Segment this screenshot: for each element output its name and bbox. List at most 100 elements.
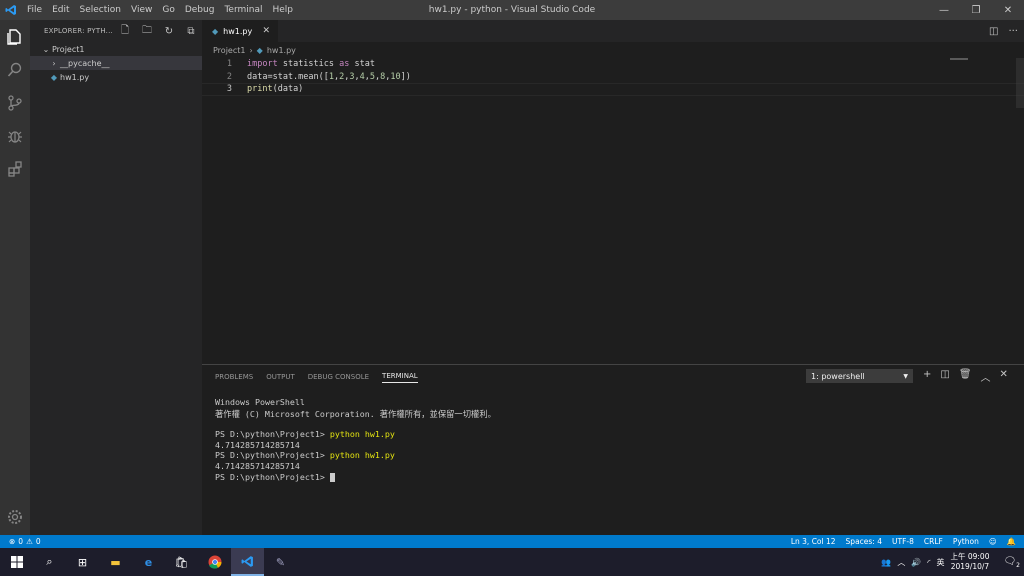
breadcrumb-file[interactable]: hw1.py (267, 46, 296, 55)
cursor-position[interactable]: Ln 3, Col 12 (791, 537, 836, 546)
close-window-button[interactable]: ✕ (992, 0, 1024, 20)
new-folder-icon[interactable]: 🗀 (136, 20, 158, 42)
tray-chevron-up-icon[interactable]: ︿ (897, 557, 905, 568)
terminal-line: 著作權 (C) Microsoft Corporation. 著作權所有，並保留… (215, 408, 496, 419)
tab-debug-console[interactable]: DEBUG CONSOLE (308, 373, 369, 381)
tab-hw1[interactable]: ◆ hw1.py ✕ (202, 20, 278, 42)
tree-item-label: __pycache__ (60, 58, 110, 68)
code-text: print(data) (247, 84, 304, 95)
terminal-line: 4.714285714285714 (215, 439, 300, 450)
tree-item-pycache[interactable]: › __pycache__ (30, 56, 202, 70)
file-explorer-icon[interactable]: ▬ (99, 548, 132, 576)
terminal-line: PS D:\python\Project1> python hw1.py (215, 450, 1024, 461)
chevron-right-icon: › (249, 45, 253, 55)
editor-area: ◆ hw1.py ✕ ◫ ··· Project1 › ◆ hw1.py 1 i… (202, 20, 1024, 364)
split-editor-icon[interactable]: ◫ (989, 26, 998, 37)
error-icon: ⊗ (9, 537, 16, 546)
people-icon[interactable]: 👥 (881, 558, 891, 567)
source-control-icon[interactable] (0, 86, 30, 119)
split-terminal-icon[interactable]: ◫ (940, 369, 949, 384)
menu-terminal[interactable]: Terminal (219, 0, 267, 20)
python-file-icon: ◆ (50, 72, 58, 82)
more-actions-icon[interactable]: ··· (1008, 26, 1018, 37)
terminal-select[interactable]: 1: powershell ▼ (806, 369, 913, 383)
minimize-button[interactable]: — (928, 0, 960, 20)
new-file-icon[interactable]: 🗋 (114, 20, 136, 42)
notification-count: 2 (1016, 561, 1020, 569)
menu-debug[interactable]: Debug (180, 0, 220, 20)
code-editor[interactable]: 1 import statistics as stat 2 data=stat.… (202, 58, 1024, 96)
menu-go[interactable]: Go (157, 0, 179, 20)
taskbar: ⌕ ⊞ ▬ e 🛍 ✎ 👥 ︿ 🔊 ◜ 英 上午 09:00 2019/10/7… (0, 548, 1024, 576)
chevron-down-icon: ▼ (903, 372, 908, 380)
new-terminal-icon[interactable]: + (923, 369, 931, 384)
explorer-sidebar: EXPLORER: PYTH... 🗋 🗀 ↻ ⧉ ⌄ Project1 › _… (30, 20, 202, 535)
clock[interactable]: 上午 09:00 2019/10/7 (950, 552, 989, 572)
feedback-icon[interactable]: ☺ (989, 537, 997, 546)
tab-terminal[interactable]: TERMINAL (382, 372, 418, 383)
restore-button[interactable]: ❐ (960, 0, 992, 20)
wifi-icon[interactable]: ◜ (927, 558, 930, 567)
terminal-select-value: 1: powershell (811, 371, 865, 381)
search-icon[interactable] (0, 53, 30, 86)
taskbar-search-icon[interactable]: ⌕ (33, 548, 66, 576)
terminal-line: PS D:\python\Project1> python hw1.py (215, 429, 1024, 440)
store-icon[interactable]: 🛍 (165, 548, 198, 576)
collapse-all-icon[interactable]: ⧉ (180, 20, 202, 42)
app-icon[interactable]: ✎ (264, 548, 297, 576)
explorer-title: EXPLORER: PYTH... (44, 27, 113, 35)
terminal-prompt: PS D:\python\Project1> (215, 471, 330, 482)
menu-help[interactable]: Help (267, 0, 298, 20)
refresh-icon[interactable]: ↻ (158, 20, 180, 42)
minimap[interactable] (950, 58, 968, 60)
extensions-icon[interactable] (0, 152, 30, 185)
warning-icon: ⚠ (26, 537, 33, 546)
edge-icon[interactable]: e (132, 548, 165, 576)
status-bar: ⊗ 0 ⚠ 0 Ln 3, Col 12 Spaces: 4 UTF-8 CRL… (0, 535, 1024, 548)
vscode-taskbar-icon[interactable] (231, 548, 264, 576)
bottom-panel: PROBLEMS OUTPUT DEBUG CONSOLE TERMINAL 1… (202, 364, 1024, 535)
project-folder[interactable]: ⌄ Project1 (30, 42, 202, 56)
close-icon[interactable]: ✕ (262, 26, 270, 36)
breadcrumb-root[interactable]: Project1 (213, 46, 245, 55)
input-language[interactable]: 英 (936, 557, 944, 568)
vertical-scrollbar[interactable] (1016, 58, 1024, 108)
gear-icon[interactable] (0, 500, 30, 533)
tab-problems[interactable]: PROBLEMS (215, 373, 253, 381)
indentation[interactable]: Spaces: 4 (846, 537, 882, 546)
chrome-icon[interactable] (198, 548, 231, 576)
explorer-icon[interactable] (0, 20, 30, 53)
terminal-line: 4.714285714285714 (215, 461, 300, 472)
clock-date: 2019/10/7 (950, 562, 990, 571)
encoding[interactable]: UTF-8 (892, 537, 914, 546)
language-mode[interactable]: Python (953, 537, 979, 546)
line-ending[interactable]: CRLF (924, 537, 943, 546)
terminal[interactable]: Windows PowerShell 著作權 (C) Microsoft Cor… (202, 389, 1024, 483)
menu-selection[interactable]: Selection (75, 0, 126, 20)
notification-icon[interactable]: 🗨2 (1003, 556, 1020, 569)
debug-icon[interactable] (0, 119, 30, 152)
line-number: 1 (226, 59, 232, 70)
menu-bar: File Edit Selection View Go Debug Termin… (22, 0, 298, 20)
menu-edit[interactable]: Edit (47, 0, 74, 20)
menu-file[interactable]: File (22, 0, 47, 20)
tree-item-hw1[interactable]: ◆ hw1.py (30, 70, 202, 84)
bell-icon[interactable]: 🔔 (1007, 537, 1016, 546)
tab-output[interactable]: OUTPUT (266, 373, 295, 381)
code-text: import statistics as stat (247, 59, 375, 70)
code-text: data=stat.mean([1,2,3,4,5,8,10]) (247, 71, 411, 82)
python-file-icon: ◆ (256, 45, 263, 55)
problems-indicator[interactable]: ⊗ 0 ⚠ 0 (0, 537, 41, 546)
terminal-line: Windows PowerShell (215, 397, 305, 407)
warning-count: 0 (35, 537, 41, 546)
windows-start-icon[interactable] (0, 548, 33, 576)
maximize-panel-icon[interactable]: ︿ (981, 369, 991, 384)
task-view-icon[interactable]: ⊞ (66, 548, 99, 576)
close-panel-icon[interactable]: ✕ (1000, 369, 1008, 384)
trash-icon[interactable]: 🗑 (959, 369, 972, 384)
error-count: 0 (18, 537, 24, 546)
project-folder-label: Project1 (52, 44, 85, 54)
menu-view[interactable]: View (126, 0, 157, 20)
speaker-icon[interactable]: 🔊 (911, 558, 921, 567)
